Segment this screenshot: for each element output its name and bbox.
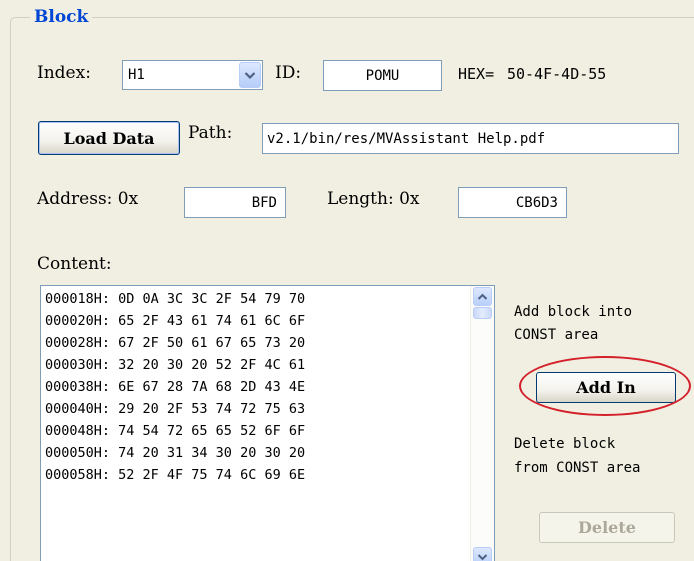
hex-row: 000038H: 6E 67 28 7A 68 2D 43 4E [45,379,306,395]
length-label: Length: 0x [327,189,420,209]
chevron-down-icon [244,71,256,79]
add-hint-line1: Add block into [514,304,633,320]
content-hex-view[interactable]: 000018H: 0D 0A 3C 3C 2F 54 79 70 000020H… [40,285,495,561]
chevron-up-icon [477,293,488,300]
group-title: Block [30,6,93,28]
add-in-button[interactable]: Add In [536,372,676,403]
path-field[interactable]: v2.1/bin/res/MVAssistant Help.pdf [262,123,679,154]
address-label: Address: 0x [37,189,139,209]
hex-label: HEX= [458,65,495,83]
hex-row: 000030H: 32 20 30 20 52 2F 4C 61 [45,357,306,373]
hex-row: 000018H: 0D 0A 3C 3C 2F 54 79 70 [45,291,306,307]
hex-row: 000050H: 74 20 31 34 30 20 30 20 [45,445,306,461]
scroll-thumb[interactable] [473,307,492,319]
load-data-button[interactable]: Load Data [38,121,180,155]
hex-row: 000028H: 67 2F 50 61 67 65 73 20 [45,335,306,351]
index-label: Index: [37,63,91,83]
hex-value: 50-4F-4D-55 [507,65,607,83]
index-select-value: H1 [128,67,145,83]
length-field[interactable]: CB6D3 [458,187,567,218]
scroll-up-button[interactable] [473,287,492,306]
index-select[interactable]: H1 [122,60,263,90]
chevron-down-icon [477,553,488,560]
scroll-down-button[interactable] [473,547,492,561]
delete-button[interactable]: Delete [539,512,675,543]
hex-row: 000020H: 65 2F 43 61 74 61 6C 6F [45,313,306,329]
hex-row: 000058H: 52 2F 4F 75 74 6C 69 6E [45,467,306,483]
id-field[interactable]: POMU [323,60,442,91]
content-scrollbar[interactable] [470,286,494,561]
delete-hint-line2: from CONST area [514,460,641,476]
delete-hint-line1: Delete block [514,436,616,452]
address-field[interactable]: BFD [184,187,286,218]
hex-row: 000048H: 74 54 72 65 65 52 6F 6F [45,423,306,439]
block-panel: Block Index: H1 ID: POMU HEX= 50-4F-4D-5… [0,0,694,561]
path-label: Path: [188,123,233,143]
add-hint-line2: CONST area [514,327,599,343]
content-label: Content: [37,254,112,274]
id-label: ID: [275,63,302,83]
index-dropdown-button[interactable] [239,62,261,88]
hex-rows: 000018H: 0D 0A 3C 3C 2F 54 79 70 000020H… [45,288,470,486]
hex-row: 000040H: 29 20 2F 53 74 72 75 63 [45,401,306,417]
